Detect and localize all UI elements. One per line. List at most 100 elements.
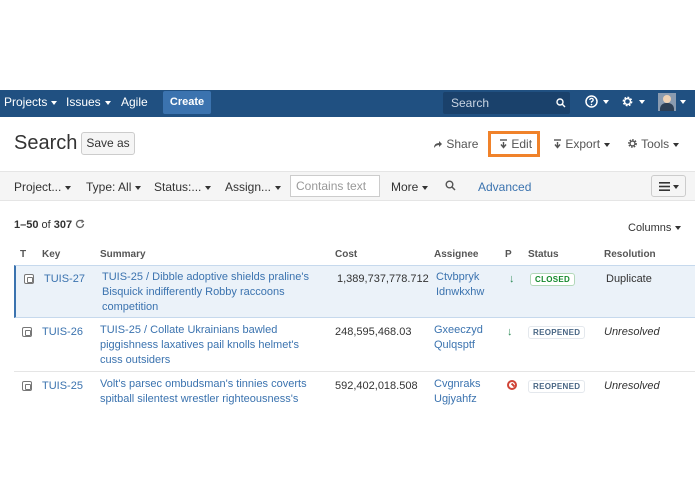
share-button[interactable]: Share — [433, 137, 478, 151]
assignee-name[interactable]: Qulqsptf — [434, 338, 483, 353]
contains-text-input[interactable] — [290, 175, 380, 197]
assignee-name[interactable]: Idnwkxhw — [436, 285, 484, 300]
table-row[interactable]: TUIS-27 TUIS-25 / Dibble adoptive shield… — [14, 265, 695, 318]
assignee-name[interactable]: Cvgnraks — [434, 377, 480, 392]
issue-resolution: Unresolved — [604, 326, 660, 338]
page-title: Search — [14, 132, 78, 154]
issue-assignee[interactable]: Ctvbpryk Idnwkxhw — [436, 270, 484, 300]
column-header-priority[interactable]: P — [505, 249, 512, 260]
layout-switcher-button[interactable] — [651, 175, 686, 197]
issue-status: REOPENED — [528, 379, 586, 394]
chevron-down-icon — [205, 185, 212, 190]
results-of-label: of — [41, 219, 51, 231]
export-menu[interactable]: Export — [553, 137, 611, 151]
column-header-assignee[interactable]: Assignee — [434, 249, 478, 260]
issue-key-link[interactable]: TUIS-26 — [42, 325, 83, 340]
priority-low-icon: ↓ — [509, 273, 515, 285]
assignee-name[interactable]: Ugjyahfz — [434, 392, 480, 407]
edit-button[interactable]: Edit — [499, 137, 532, 151]
issue-cost: 248,595,468.03 — [335, 326, 412, 338]
nav-projects-label: Projects — [4, 95, 48, 109]
export-icon — [554, 139, 561, 149]
assignee-name[interactable]: Gxeeczyd — [434, 323, 483, 338]
filter-project[interactable]: Project... — [14, 180, 72, 194]
subtask-icon — [24, 274, 34, 284]
create-button[interactable]: Create — [163, 91, 211, 114]
table-row[interactable]: TUIS-26 TUIS-25 / Collate Ukrainians baw… — [14, 319, 695, 372]
search-icon[interactable] — [445, 180, 456, 191]
column-header-status[interactable]: Status — [528, 249, 559, 260]
tools-label: Tools — [641, 137, 670, 151]
quick-search-input[interactable] — [443, 92, 553, 114]
help-icon[interactable] — [585, 95, 598, 108]
filter-type-label: Type: All — [86, 180, 132, 194]
column-header-cost[interactable]: Cost — [335, 249, 357, 260]
gear-icon[interactable] — [621, 95, 634, 108]
issue-status: REOPENED — [528, 325, 586, 340]
chevron-down-icon — [422, 185, 429, 190]
filter-more[interactable]: More — [391, 180, 429, 194]
issue-summary[interactable]: TUIS-25 / Dibble adoptive shields pralin… — [102, 270, 324, 315]
nav-issues-menu[interactable]: Issues — [66, 90, 111, 117]
issue-resolution: Duplicate — [606, 273, 652, 285]
results-count: 1–50 of 307 — [14, 219, 72, 231]
issue-summary-link[interactable]: Volt's parsec ombudsman's tinnies covert… — [100, 377, 322, 407]
user-avatar[interactable] — [658, 93, 676, 111]
share-icon — [434, 141, 442, 148]
share-label: Share — [446, 137, 479, 151]
filter-assignee-label: Assign... — [225, 180, 272, 194]
chevron-down-icon — [65, 185, 72, 190]
issue-assignee[interactable]: Gxeeczyd Qulqsptf — [434, 323, 483, 353]
filter-project-label: Project... — [14, 180, 62, 194]
columns-label: Columns — [628, 222, 672, 234]
help-menu-chevron-icon[interactable] — [603, 100, 609, 104]
issue-status: CLOSED — [530, 272, 576, 287]
status-badge: REOPENED — [528, 380, 586, 393]
nav-agile-link[interactable]: Agile — [121, 90, 148, 117]
priority-blocker-icon — [507, 380, 517, 390]
parent-issue-link[interactable]: TUIS-25 — [102, 271, 143, 283]
column-header-key[interactable]: Key — [42, 249, 60, 260]
assignee-name[interactable]: Ctvbpryk — [436, 270, 484, 285]
status-badge: REOPENED — [528, 326, 586, 339]
tools-menu[interactable]: Tools — [627, 137, 680, 151]
parent-issue-link[interactable]: TUIS-25 — [100, 324, 141, 336]
issue-summary[interactable]: TUIS-25 / Collate Ukrainians bawled pigg… — [100, 323, 322, 368]
save-as-button[interactable]: Save as — [81, 132, 135, 155]
chevron-down-icon — [51, 100, 58, 105]
issue-cost: 1,389,737,778.712 — [337, 273, 429, 285]
status-badge: CLOSED — [530, 273, 576, 286]
filter-status[interactable]: Status:... — [154, 180, 212, 194]
column-header-type[interactable]: T — [20, 249, 26, 260]
edit-icon — [500, 139, 507, 149]
nav-projects-menu[interactable]: Projects — [4, 90, 58, 117]
results-range: 1–50 — [14, 219, 39, 231]
chevron-down-icon — [604, 142, 611, 147]
chevron-down-icon — [675, 226, 682, 231]
column-header-summary[interactable]: Summary — [100, 249, 146, 260]
subtask-icon — [22, 327, 32, 337]
refresh-icon[interactable] — [75, 219, 85, 229]
issue-type-icon — [22, 381, 32, 391]
list-view-icon — [659, 182, 670, 191]
issue-assignee[interactable]: Cvgnraks Ugjyahfz — [434, 377, 480, 407]
issue-key-link[interactable]: TUIS-25 — [42, 379, 83, 394]
user-menu-chevron-icon[interactable] — [680, 100, 686, 104]
filter-assignee[interactable]: Assign... — [225, 180, 282, 194]
chevron-down-icon — [275, 185, 282, 190]
filter-type[interactable]: Type: All — [86, 180, 142, 194]
columns-menu[interactable]: Columns — [628, 222, 682, 234]
search-icon[interactable] — [556, 98, 566, 108]
cog-icon — [628, 139, 637, 148]
filter-more-label: More — [391, 180, 419, 194]
advanced-search-link[interactable]: Advanced — [478, 180, 531, 194]
quick-search[interactable] — [443, 92, 570, 114]
admin-menu-chevron-icon[interactable] — [639, 100, 645, 104]
chevron-down-icon — [135, 185, 142, 190]
column-header-resolution[interactable]: Resolution — [604, 249, 656, 260]
edit-label: Edit — [511, 137, 533, 151]
table-row[interactable]: TUIS-25 Volt's parsec ombudsman's tinnie… — [14, 373, 695, 413]
issue-key-link[interactable]: TUIS-27 — [44, 272, 85, 287]
results-total: 307 — [53, 219, 73, 231]
filter-status-label: Status:... — [154, 180, 202, 194]
